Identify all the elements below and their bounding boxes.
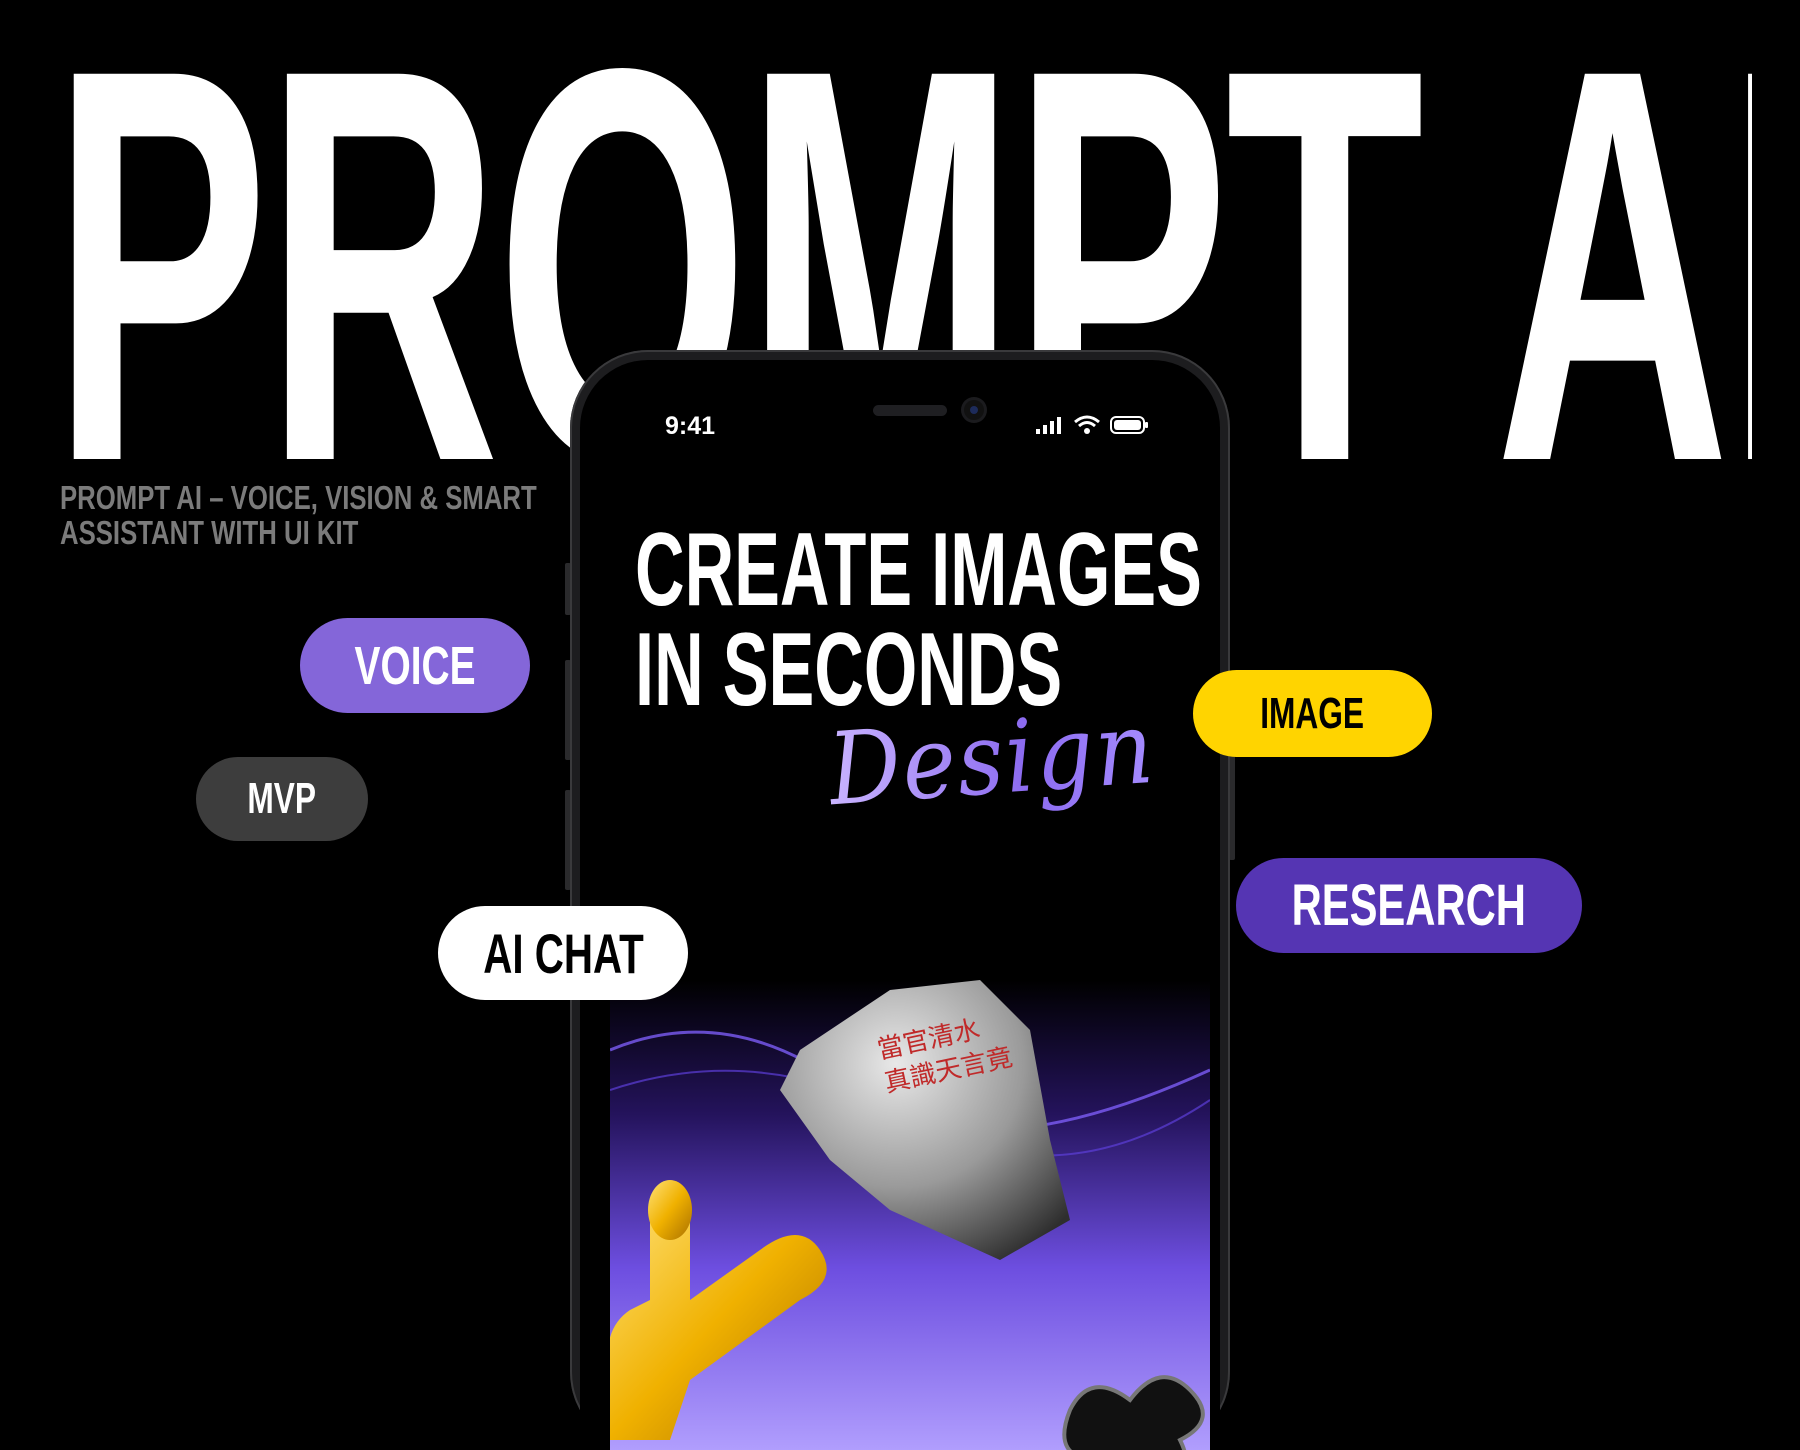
- screen-heading: CREATE IMAGES IN SECONDS: [635, 512, 1202, 722]
- tag-image[interactable]: IMAGE: [1193, 670, 1432, 757]
- signal-icon: [1036, 417, 1061, 434]
- tag-ai-chat-label: AI CHAT: [482, 921, 644, 985]
- subtitle-line-1: PROMPT AI – VOICE, VISION & SMART: [60, 479, 537, 516]
- subtitle-line-2: ASSISTANT WITH UI KIT: [60, 514, 359, 551]
- generated-image-preview: 當官清水 真識天言竟: [610, 980, 1210, 1450]
- script-word: Design: [824, 688, 1159, 829]
- tag-mvp[interactable]: MVP: [196, 757, 368, 841]
- tag-research-label: RESEARCH: [1291, 873, 1527, 938]
- phone-mockup: 9:41 CREATE IMAGES IN SECONDS Design 當官清…: [570, 350, 1230, 1450]
- screen-heading-line-1: CREATE IMAGES: [635, 512, 1202, 628]
- chrome-cross-shape: [1062, 1375, 1205, 1450]
- cactus-balloon: [610, 1180, 827, 1440]
- tag-voice[interactable]: VOICE: [300, 618, 530, 713]
- subtitle: PROMPT AI – VOICE, VISION & SMART ASSIST…: [60, 479, 537, 551]
- tag-voice-label: VOICE: [354, 635, 476, 696]
- phone-screen: 9:41 CREATE IMAGES IN SECONDS Design 當官清…: [580, 360, 1220, 1450]
- tag-research[interactable]: RESEARCH: [1236, 858, 1582, 953]
- status-time: 9:41: [665, 412, 716, 440]
- battery-icon: [1110, 416, 1148, 434]
- tag-ai-chat[interactable]: AI CHAT: [438, 906, 688, 1000]
- camera-icon: [964, 400, 984, 420]
- wifi-icon: [1074, 415, 1100, 434]
- tag-image-label: IMAGE: [1260, 688, 1365, 738]
- phone-speaker: [873, 405, 947, 416]
- tag-mvp-label: MVP: [247, 774, 317, 823]
- status-icons: [1034, 415, 1150, 435]
